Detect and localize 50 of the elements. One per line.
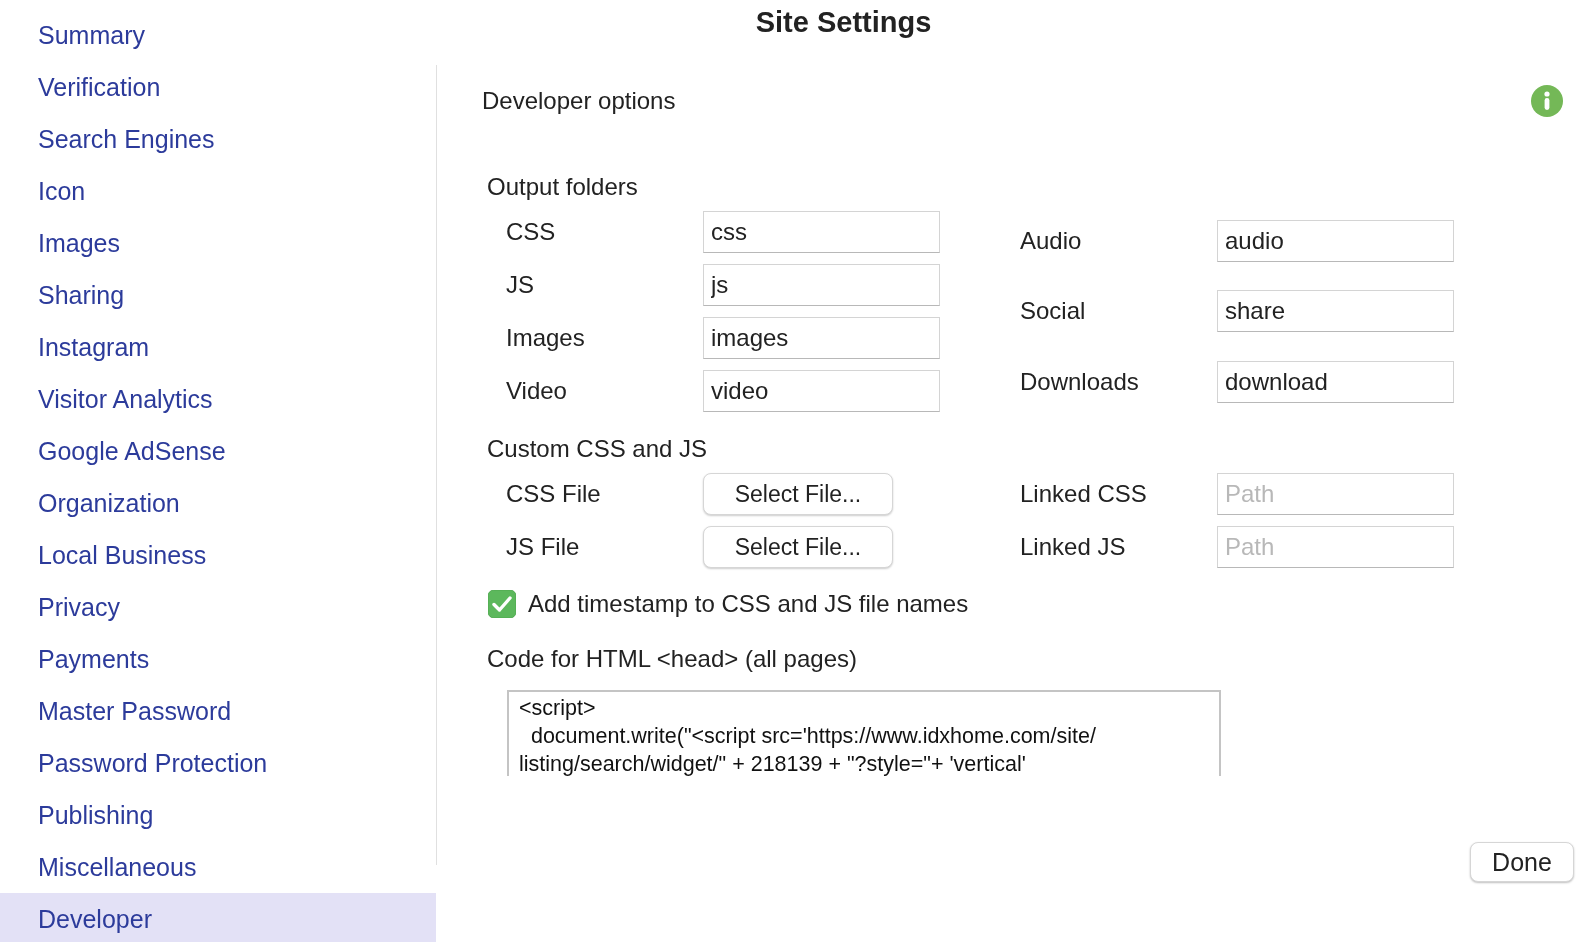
done-button[interactable]: Done: [1470, 842, 1574, 882]
input-field[interactable]: download: [1217, 361, 1454, 404]
path-field[interactable]: Path: [1217, 526, 1454, 568]
select-file-button[interactable]: Select File...: [703, 526, 893, 568]
sidebar-item[interactable]: Visitor Analytics: [0, 373, 436, 425]
info-icon[interactable]: [1531, 85, 1563, 117]
input-field[interactable]: video: [703, 370, 940, 412]
field-label: JS: [506, 271, 535, 299]
field-label: Linked CSS: [1020, 480, 1148, 508]
sidebar-item[interactable]: Images: [0, 217, 436, 269]
sidebar-item[interactable]: Search Engines: [0, 113, 436, 165]
sidebar-item[interactable]: Publishing: [0, 789, 436, 841]
input-field[interactable]: images: [703, 317, 940, 359]
field-label: Video: [506, 377, 568, 405]
checkbox[interactable]: [488, 590, 516, 618]
field-label: Images: [506, 324, 586, 352]
sidebar-item[interactable]: Icon: [0, 165, 436, 217]
group-heading: Code for HTML <head> (all pages): [486, 645, 858, 673]
sidebar-item[interactable]: Verification: [0, 61, 436, 113]
window-title: Site Settings: [755, 6, 932, 38]
input-field[interactable]: audio: [1217, 219, 1454, 262]
sidebar-item[interactable]: Miscellaneous: [0, 841, 436, 893]
field-label: JS File: [506, 533, 581, 561]
sidebar-item[interactable]: Master Password: [0, 685, 436, 737]
sidebar-item[interactable]: Sharing: [0, 269, 436, 321]
field-label: Linked JS: [1020, 533, 1127, 561]
sidebar-item[interactable]: Summary: [0, 9, 436, 61]
group-heading: Custom CSS and JS: [486, 435, 709, 463]
field-label: CSS File: [506, 480, 602, 508]
input-field[interactable]: share: [1217, 290, 1454, 333]
sidebar-item[interactable]: Google AdSense: [0, 425, 436, 477]
input-field[interactable]: css: [703, 211, 940, 253]
select-file-button[interactable]: Select File...: [703, 473, 893, 515]
sidebar-item[interactable]: Local Business: [0, 529, 436, 581]
field-label: CSS: [506, 218, 557, 246]
checkbox-label: Add timestamp to CSS and JS file names: [528, 590, 969, 618]
sidebar-item[interactable]: Privacy: [0, 581, 436, 633]
field-label: Downloads: [1020, 368, 1140, 397]
sidebar-item[interactable]: Instagram: [0, 321, 436, 373]
field-label: Audio: [1020, 226, 1083, 255]
path-field[interactable]: Path: [1217, 473, 1454, 515]
group-heading: Output folders: [486, 173, 639, 201]
input-field[interactable]: js: [703, 264, 940, 306]
field-label: Social: [1020, 297, 1087, 326]
sidebar-item[interactable]: Organization: [0, 477, 436, 529]
code-field[interactable]: <script> document.write("<script src='https://www.idxhome.com/site/ listing/search/widget/" + 218139 + "?style="+ 'vertical': [507, 690, 1221, 776]
sidebar-item[interactable]: Payments: [0, 633, 436, 685]
section-heading: Developer options: [482, 87, 676, 115]
sidebar-item[interactable]: Password Protection: [0, 737, 436, 789]
sidebar-item[interactable]: Developer: [0, 893, 436, 942]
